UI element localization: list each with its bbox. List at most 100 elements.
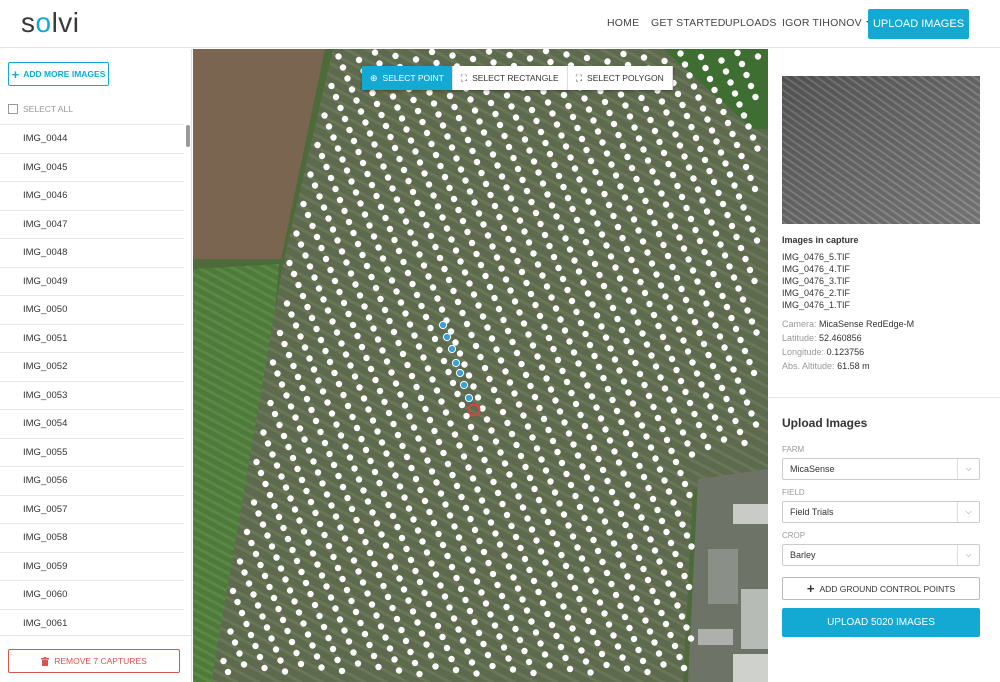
capture-point[interactable] — [576, 176, 583, 183]
capture-point[interactable] — [406, 413, 413, 420]
select-all-control[interactable]: SELECT ALL — [8, 104, 73, 114]
capture-point[interactable] — [486, 283, 494, 291]
capture-point[interactable] — [357, 619, 364, 627]
capture-point[interactable] — [571, 165, 579, 172]
capture-point[interactable] — [418, 630, 426, 637]
capture-point[interactable] — [236, 650, 243, 657]
capture-point[interactable] — [304, 211, 312, 219]
capture-point[interactable] — [537, 128, 545, 136]
capture-point[interactable] — [536, 404, 543, 412]
capture-point[interactable] — [660, 661, 667, 668]
capture-point[interactable] — [681, 572, 688, 580]
capture-point[interactable] — [400, 166, 408, 174]
capture-point[interactable] — [459, 309, 466, 317]
capture-point[interactable] — [318, 244, 325, 252]
capture-point[interactable] — [444, 460, 452, 468]
capture-point[interactable] — [412, 56, 420, 63]
capture-point[interactable] — [318, 152, 326, 160]
capture-point[interactable] — [524, 515, 531, 522]
capture-point[interactable] — [492, 530, 499, 537]
capture-point[interactable] — [647, 444, 655, 451]
capture-point[interactable] — [380, 490, 388, 498]
capture-point[interactable] — [596, 271, 603, 279]
capture-point[interactable] — [573, 216, 581, 224]
capture-point[interactable] — [655, 322, 662, 330]
capture-point[interactable] — [455, 534, 463, 541]
capture-point[interactable] — [268, 543, 276, 550]
capture-point[interactable] — [492, 110, 499, 118]
capture-point[interactable] — [421, 170, 428, 177]
capture-point[interactable] — [401, 402, 409, 409]
capture-point[interactable] — [257, 469, 265, 477]
capture-point[interactable] — [387, 133, 394, 141]
capture-point[interactable] — [298, 476, 306, 484]
capture-point[interactable] — [382, 214, 389, 222]
capture-point[interactable] — [572, 400, 580, 408]
capture-point[interactable] — [250, 499, 258, 506]
capture-point[interactable] — [510, 154, 517, 162]
capture-point[interactable] — [416, 670, 423, 678]
capture-point[interactable] — [664, 252, 672, 260]
capture-point[interactable] — [465, 464, 472, 471]
capture-point[interactable] — [344, 402, 352, 410]
capture-point[interactable] — [645, 484, 652, 492]
capture-point[interactable] — [498, 592, 506, 600]
capture-point[interactable] — [550, 253, 558, 261]
capture-point[interactable] — [690, 83, 698, 90]
capture-point[interactable] — [462, 177, 469, 184]
capture-point[interactable] — [297, 333, 304, 340]
capture-point[interactable] — [562, 235, 569, 242]
file-list-item[interactable]: IMG_0059 — [0, 551, 184, 581]
capture-point[interactable] — [507, 614, 515, 622]
capture-point[interactable] — [610, 120, 618, 128]
capture-point[interactable] — [345, 638, 353, 645]
capture-point[interactable] — [619, 234, 626, 242]
capture-point[interactable] — [693, 370, 701, 377]
capture-point[interactable] — [612, 172, 620, 179]
capture-point[interactable] — [396, 575, 403, 582]
capture-point[interactable] — [489, 243, 496, 250]
capture-point[interactable] — [339, 156, 346, 163]
capture-point[interactable] — [752, 421, 760, 428]
capture-point[interactable] — [558, 459, 566, 467]
capture-point[interactable] — [380, 163, 387, 170]
capture-point[interactable] — [598, 231, 606, 238]
capture-point[interactable] — [616, 367, 623, 374]
capture-point[interactable] — [644, 668, 651, 676]
capture-point[interactable] — [600, 282, 608, 290]
capture-point[interactable] — [669, 591, 677, 598]
capture-point[interactable] — [526, 55, 534, 62]
capture-point[interactable] — [377, 295, 384, 303]
capture-point[interactable] — [275, 605, 282, 613]
capture-point[interactable] — [639, 657, 647, 665]
user-menu[interactable]: IGOR TIHONOV — [782, 17, 874, 29]
capture-point[interactable] — [327, 266, 334, 274]
capture-point[interactable] — [515, 401, 523, 408]
capture-point[interactable] — [449, 52, 456, 59]
capture-point[interactable] — [431, 427, 438, 435]
capture-point[interactable] — [564, 194, 572, 202]
capture-point[interactable] — [617, 602, 624, 610]
capture-point[interactable] — [429, 376, 436, 383]
capture-point[interactable] — [601, 190, 608, 198]
capture-point[interactable] — [439, 122, 447, 129]
capture-point[interactable] — [386, 645, 394, 652]
capture-point[interactable] — [534, 353, 541, 360]
capture-point[interactable] — [362, 446, 370, 454]
capture-point[interactable] — [385, 409, 393, 417]
capture-point[interactable] — [575, 360, 582, 367]
capture-point[interactable] — [710, 178, 718, 186]
capture-point[interactable] — [563, 470, 570, 478]
capture-point[interactable] — [460, 453, 468, 460]
capture-point[interactable] — [464, 556, 472, 563]
capture-point[interactable] — [335, 53, 342, 60]
capture-point[interactable] — [575, 268, 583, 275]
capture-point[interactable] — [509, 338, 516, 346]
capture-point[interactable] — [467, 515, 474, 523]
capture-point[interactable] — [436, 254, 444, 262]
capture-point[interactable] — [630, 308, 637, 315]
capture-point[interactable] — [724, 211, 731, 219]
capture-point[interactable] — [338, 248, 346, 255]
capture-point[interactable] — [391, 236, 398, 244]
capture-point[interactable] — [508, 430, 516, 438]
